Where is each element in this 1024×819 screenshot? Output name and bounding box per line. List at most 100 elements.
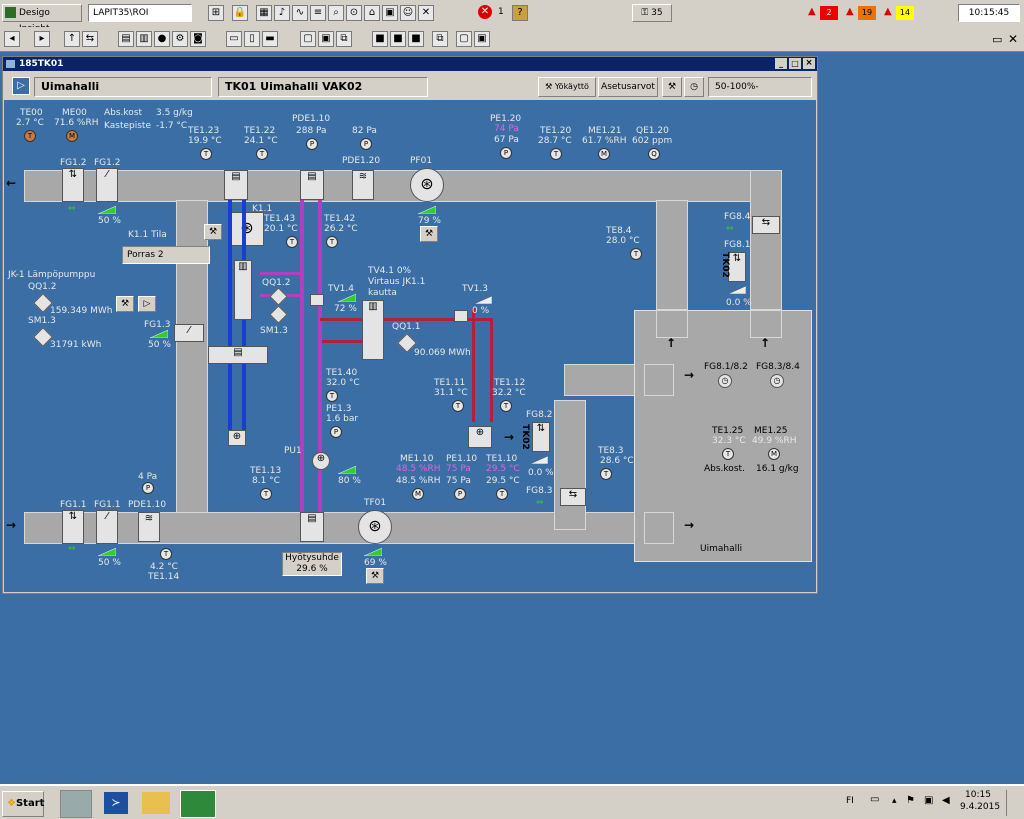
folder-icon[interactable]: ▣ (382, 5, 398, 21)
maximize-icon[interactable]: □ (789, 58, 801, 69)
trend-icon[interactable]: ∿ (292, 5, 308, 21)
navigate-icon[interactable]: ▷ (12, 77, 30, 95)
fg83-84-clock-icon[interactable]: ◷ (770, 374, 784, 388)
bell-icon[interactable]: ♪ (274, 5, 290, 21)
server-manager-icon[interactable] (60, 790, 92, 818)
te83-sensor-icon[interactable]: T (600, 468, 612, 480)
pf01-service-icon[interactable]: ⚒ (420, 226, 438, 242)
pde120-sensor-icon[interactable]: P (360, 138, 372, 150)
restore-icon[interactable]: ▭ (992, 33, 1002, 46)
fg82-damper-icon[interactable]: ⇅ (532, 422, 550, 452)
pe120-sensor-icon[interactable]: P (500, 147, 512, 159)
explorer-icon[interactable] (142, 792, 170, 814)
frame-icon[interactable]: ▢ (456, 31, 472, 47)
heat-recovery-coil-icon[interactable]: ▤ (300, 170, 324, 200)
show-desktop-button[interactable] (1006, 790, 1023, 816)
frame2-icon[interactable]: ▣ (474, 31, 490, 47)
volume-icon[interactable]: ◀ (942, 795, 950, 806)
fg81-damper-icon[interactable]: ⇅ (728, 252, 746, 282)
te112-sensor-icon[interactable]: T (500, 400, 512, 412)
supply-recovery-coil-icon[interactable]: ▤ (300, 512, 324, 542)
clock-icon[interactable]: ◷ (684, 77, 704, 97)
night-mode-button[interactable]: ⚒ Yökäyttö (538, 77, 596, 97)
te143-sensor-icon[interactable]: T (286, 236, 298, 248)
up-icon[interactable]: ↑ (64, 31, 80, 47)
te120-sensor-icon[interactable]: T (550, 148, 562, 160)
pe13-sensor-icon[interactable]: P (330, 426, 342, 438)
powershell-icon[interactable]: ≻ (104, 792, 128, 814)
pde110-sensor-icon[interactable]: P (306, 138, 318, 150)
pe110-sensor-icon[interactable]: P (454, 488, 466, 500)
me110-sensor-icon[interactable]: M (412, 488, 424, 500)
printer-icon[interactable]: ▬ (262, 31, 278, 47)
search-icon[interactable]: ⌕ (328, 5, 344, 21)
users-button[interactable]: ⚿ 35 (632, 4, 672, 22)
tv13-valve-icon[interactable] (454, 310, 468, 322)
lock-icon[interactable]: 🔒 (232, 5, 248, 21)
fg81-82-clock-icon[interactable]: ◷ (718, 374, 732, 388)
setpoints-button[interactable]: Asetusarvot (598, 77, 658, 97)
user-icon[interactable]: ☺ (400, 5, 416, 21)
alarm-red-count[interactable]: 2 (820, 6, 838, 20)
qq12-trend-icon[interactable]: ▷ (138, 296, 156, 312)
heat-exchanger-icon[interactable]: ▥ (362, 300, 384, 360)
start-button[interactable]: ❖Start (2, 791, 44, 817)
layout-icon[interactable]: ▥ (136, 31, 152, 47)
desigo-taskbar-icon[interactable] (180, 790, 216, 818)
help-icon[interactable]: ? (512, 5, 528, 21)
supply-filter-icon[interactable]: ≋ (138, 512, 160, 542)
tf01-service-icon[interactable]: ⚒ (366, 568, 384, 584)
me125-sensor-icon[interactable]: M (768, 448, 780, 460)
te123-sensor-icon[interactable]: T (200, 148, 212, 160)
minimize-icon[interactable]: _ (775, 58, 787, 69)
me00-sensor-icon[interactable]: M (66, 130, 78, 142)
flag-icon[interactable]: ⚑ (906, 795, 915, 806)
error-icon[interactable]: ✕ (478, 5, 492, 19)
qe120-sensor-icon[interactable]: Q (648, 148, 660, 160)
qq12b-meter-icon[interactable] (269, 287, 288, 306)
location-field[interactable]: LAPIT35\ROI (88, 4, 192, 22)
me121-sensor-icon[interactable]: M (598, 148, 610, 160)
fg12-damper-icon[interactable]: ⇅ (62, 168, 84, 202)
grid-icon[interactable]: ▦ (256, 5, 272, 21)
tv14-valve-icon[interactable] (310, 294, 324, 306)
pool-heater-pump-icon[interactable]: ⊕ (468, 426, 492, 448)
sm13b-meter-icon[interactable] (269, 305, 288, 324)
fg11-damper-icon[interactable]: ⇅ (62, 510, 84, 544)
report-icon[interactable]: ≡ (310, 5, 326, 21)
fg12-filter-icon[interactable]: ⁄ (96, 168, 118, 202)
alarm-orange-count[interactable]: 19 (858, 6, 876, 20)
link-icon[interactable]: ⇆ (82, 31, 98, 47)
gear-icon[interactable]: ⚙ (172, 31, 188, 47)
window-icon[interactable]: ▢ (300, 31, 316, 47)
te113-sensor-icon[interactable]: T (260, 488, 272, 500)
copy-icon[interactable]: ⧉ (432, 31, 448, 47)
exhaust-coil-icon[interactable]: ▤ (224, 170, 248, 200)
square-icon[interactable]: ■ (408, 31, 424, 47)
te84-sensor-icon[interactable]: T (630, 248, 642, 260)
te110-sensor-icon[interactable]: T (496, 488, 508, 500)
forward-icon[interactable]: ▸ (34, 31, 50, 47)
te140-sensor-icon[interactable]: T (326, 390, 338, 402)
alarm-yellow-count[interactable]: 14 (896, 6, 914, 20)
taskbar-clock[interactable]: 10:15 9.4.2015 (960, 789, 1000, 813)
preview-icon[interactable]: ▯ (244, 31, 260, 47)
square-icon[interactable]: ■ (372, 31, 388, 47)
network-icon[interactable]: ▣ (924, 795, 933, 806)
fg13-damper-icon[interactable]: ⁄ (174, 324, 204, 342)
camera-icon[interactable]: ◙ (190, 31, 206, 47)
evaporator-icon[interactable]: ▥ (234, 260, 252, 320)
circle-icon[interactable]: ● (154, 31, 170, 47)
language-indicator[interactable]: FI (846, 796, 854, 806)
pu1-pump-icon[interactable]: ⊕ (312, 452, 330, 470)
supply-pde110-sensor-icon[interactable]: P (142, 482, 154, 494)
exhaust-filter-icon[interactable]: ≋ (352, 170, 374, 200)
close-window-button[interactable]: × (803, 58, 815, 69)
te111-sensor-icon[interactable]: T (452, 400, 464, 412)
qq12-service-icon[interactable]: ⚒ (116, 296, 134, 312)
tf01-fan-icon[interactable]: ⊛ (358, 510, 392, 544)
square-icon[interactable]: ■ (390, 31, 406, 47)
back-icon[interactable]: ◂ (4, 31, 20, 47)
te125-sensor-icon[interactable]: T (722, 448, 734, 460)
te00-sensor-icon[interactable]: T (24, 130, 36, 142)
